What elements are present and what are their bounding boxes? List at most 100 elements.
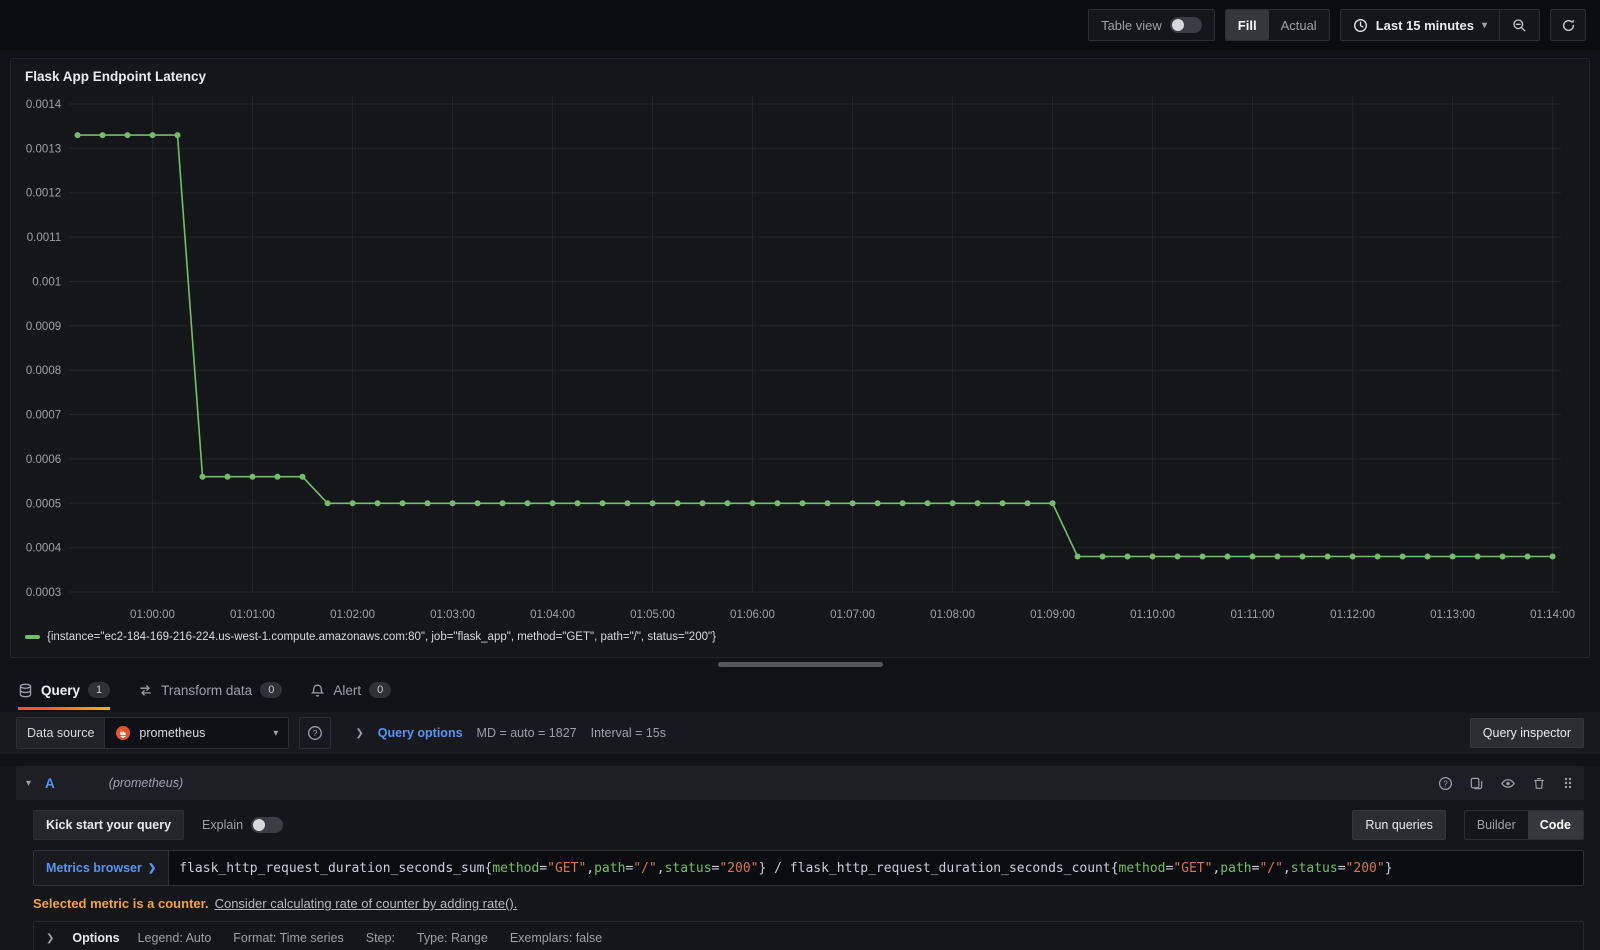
zoom-out-icon bbox=[1513, 18, 1526, 31]
kick-start-query-button[interactable]: Kick start your query bbox=[33, 810, 185, 840]
svg-text:01:02:00: 01:02:00 bbox=[330, 609, 375, 621]
chevron-right-icon: ❯ bbox=[355, 727, 364, 739]
tab-transform-label: Transform data bbox=[161, 682, 253, 698]
editor-tabs: Query 1 Transform data 0 Alert 0 bbox=[0, 670, 1600, 710]
svg-text:01:05:00: 01:05:00 bbox=[630, 609, 675, 621]
legend-series-label[interactable]: {instance="ec2-184-169-216-224.us-west-1… bbox=[47, 631, 716, 643]
builder-mode-button[interactable]: Builder bbox=[1465, 811, 1528, 839]
query-row-header[interactable]: ▾ A (prometheus) ? bbox=[16, 766, 1584, 800]
tab-alert[interactable]: Alert 0 bbox=[310, 670, 392, 710]
datasource-select[interactable]: prometheus ▾ bbox=[104, 717, 290, 749]
help-circle-icon: ? bbox=[308, 726, 323, 740]
svg-text:01:14:00: 01:14:00 bbox=[1530, 609, 1575, 621]
actual-button[interactable]: Actual bbox=[1269, 10, 1329, 40]
query-options-toggle[interactable]: Query options bbox=[378, 726, 463, 740]
transform-icon bbox=[140, 684, 151, 696]
chevron-right-icon: ❯ bbox=[147, 862, 157, 874]
code-mode-button[interactable]: Code bbox=[1527, 811, 1583, 839]
query-help-icon[interactable]: ? bbox=[1438, 776, 1453, 791]
chart-legend: {instance="ec2-184-169-216-224.us-west-1… bbox=[11, 631, 1589, 643]
table-view-toggle[interactable]: Table view bbox=[1089, 10, 1214, 40]
tab-query-label: Query bbox=[41, 682, 81, 698]
query-options-collapse[interactable]: ❯ Options Legend: Auto Format: Time serie… bbox=[33, 921, 1584, 950]
svg-text:01:08:00: 01:08:00 bbox=[930, 609, 975, 621]
datasource-label: Data source bbox=[16, 717, 105, 749]
svg-text:01:11:00: 01:11:00 bbox=[1231, 609, 1275, 621]
tab-transform-count: 0 bbox=[260, 682, 283, 698]
option-summary-item: Format: Time series bbox=[233, 931, 344, 945]
latency-line-chart[interactable]: 0.0014 0.0013 0.0012 0.0011 0.001 0.0009 0.000… bbox=[19, 86, 1581, 631]
warning-text: Selected metric is a counter. bbox=[33, 896, 209, 911]
time-range-label: Last 15 minutes bbox=[1375, 17, 1474, 33]
pane-resize-handle[interactable] bbox=[717, 661, 883, 667]
option-summary-item: Exemplars: false bbox=[509, 931, 603, 945]
datasource-help-button[interactable]: ? bbox=[299, 717, 332, 749]
query-editor-section: ▾ A (prometheus) ? Kick start your query… bbox=[0, 766, 1600, 950]
svg-text:01:00:00: 01:00:00 bbox=[130, 609, 175, 621]
table-view-label: Table view bbox=[1101, 17, 1162, 33]
svg-text:?: ? bbox=[1443, 779, 1448, 788]
datasource-row: Data source prometheus ▾ ? ❯ Query optio… bbox=[0, 712, 1600, 754]
run-queries-button[interactable]: Run queries bbox=[1352, 810, 1446, 840]
svg-text:0.0003: 0.0003 bbox=[26, 587, 61, 599]
table-view-switch[interactable] bbox=[1169, 17, 1202, 33]
svg-text:01:06:00: 01:06:00 bbox=[730, 609, 775, 621]
svg-text:0.0006: 0.0006 bbox=[26, 454, 61, 466]
delete-query-icon[interactable] bbox=[1532, 776, 1546, 791]
svg-text:0.0013: 0.0013 bbox=[26, 143, 61, 155]
svg-text:0.001: 0.001 bbox=[32, 277, 61, 289]
svg-text:0.0009: 0.0009 bbox=[26, 321, 61, 333]
clock-icon bbox=[1353, 18, 1367, 32]
svg-text:0.0014: 0.0014 bbox=[26, 99, 62, 111]
svg-text:01:12:00: 01:12:00 bbox=[1330, 609, 1375, 621]
fill-button[interactable]: Fill bbox=[1225, 10, 1269, 40]
svg-text:0.0007: 0.0007 bbox=[26, 410, 61, 422]
table-view-group: Table view bbox=[1088, 9, 1215, 41]
duplicate-query-icon[interactable] bbox=[1469, 776, 1484, 791]
svg-text:01:03:00: 01:03:00 bbox=[430, 609, 475, 621]
svg-text:0.0012: 0.0012 bbox=[26, 188, 61, 200]
database-icon bbox=[19, 683, 32, 697]
explain-label: Explain bbox=[202, 818, 244, 832]
option-summary-item: Type: Range bbox=[416, 931, 488, 945]
promql-query-input[interactable]: flask_http_request_duration_seconds_sum{… bbox=[169, 851, 1583, 885]
chevron-down-icon: ▾ bbox=[1481, 19, 1487, 31]
legend-series-marker bbox=[25, 635, 40, 639]
zoom-out-button[interactable] bbox=[1500, 10, 1539, 40]
tab-alert-count: 0 bbox=[369, 682, 392, 698]
svg-text:?: ? bbox=[313, 728, 318, 738]
chart-plot-area[interactable]: 0.0014 0.0013 0.0012 0.0011 0.001 0.0009 0.000… bbox=[11, 86, 1589, 631]
fill-actual-group: Fill Actual bbox=[1224, 9, 1330, 41]
hide-query-icon[interactable] bbox=[1500, 776, 1516, 791]
collapse-chevron-icon[interactable]: ▾ bbox=[26, 778, 31, 789]
svg-text:0.0005: 0.0005 bbox=[26, 498, 61, 510]
svg-text:01:09:00: 01:09:00 bbox=[1030, 609, 1075, 621]
metrics-browser-button[interactable]: Metrics browser ❯ bbox=[34, 851, 170, 885]
chevron-down-icon: ▾ bbox=[273, 727, 279, 739]
counter-warning: Selected metric is a counter. Consider c… bbox=[33, 896, 1584, 911]
prometheus-icon bbox=[116, 726, 131, 740]
tab-query[interactable]: Query 1 bbox=[18, 670, 111, 710]
query-datasource-hint: (prometheus) bbox=[108, 776, 184, 790]
option-summary-item: Step: bbox=[365, 931, 395, 945]
options-title: Options bbox=[72, 931, 120, 945]
warning-rate-link[interactable]: Consider calculating rate of counter by … bbox=[215, 896, 518, 911]
svg-text:01:10:00: 01:10:00 bbox=[1130, 609, 1175, 621]
drag-handle-icon[interactable] bbox=[1562, 776, 1574, 790]
refresh-button[interactable] bbox=[1550, 9, 1586, 41]
builder-code-group: Builder Code bbox=[1463, 810, 1584, 840]
explain-switch[interactable] bbox=[251, 817, 284, 833]
svg-text:0.0004: 0.0004 bbox=[26, 543, 62, 555]
svg-text:01:01:00: 01:01:00 bbox=[230, 609, 275, 621]
tab-transform-data[interactable]: Transform data 0 bbox=[138, 670, 283, 710]
tab-query-count: 1 bbox=[88, 682, 111, 698]
panel-title: Flask App Endpoint Latency bbox=[25, 69, 207, 84]
time-range-picker[interactable]: Last 15 minutes ▾ bbox=[1341, 10, 1499, 40]
bell-icon bbox=[311, 683, 325, 697]
query-inspector-button[interactable]: Query inspector bbox=[1469, 718, 1584, 748]
query-ref-id: A bbox=[45, 775, 55, 791]
tab-alert-label: Alert bbox=[333, 682, 362, 698]
pane-resize-row bbox=[0, 658, 1600, 670]
time-range-group: Last 15 minutes ▾ bbox=[1339, 9, 1540, 41]
interval-text: Interval = 15s bbox=[590, 726, 666, 740]
